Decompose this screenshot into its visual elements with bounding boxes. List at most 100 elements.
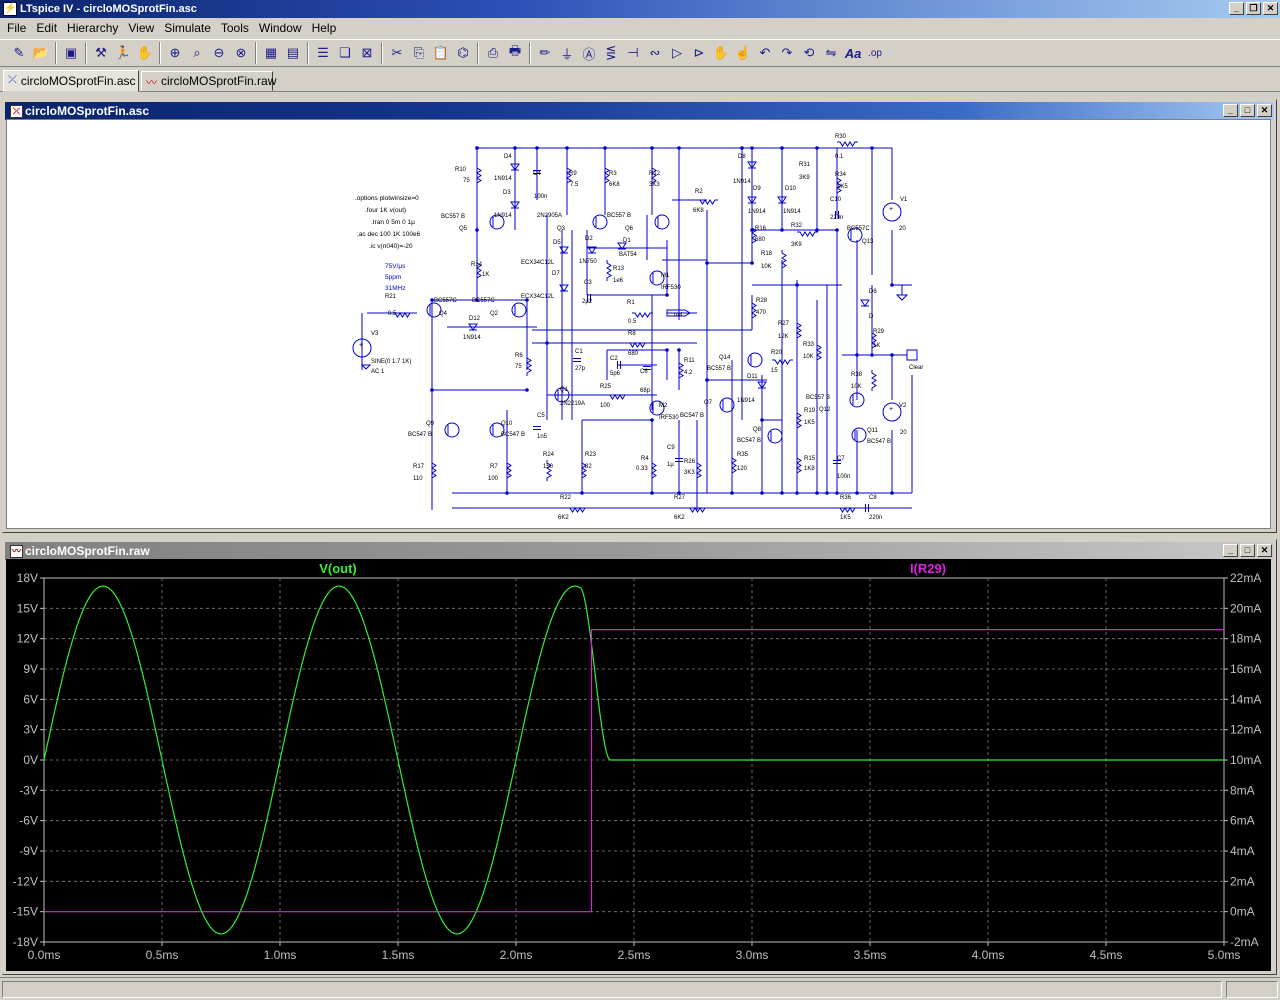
resistor-symbol[interactable]	[837, 141, 858, 147]
redo-icon[interactable]: ↷	[776, 42, 798, 64]
menu-hierarchy[interactable]: Hierarchy	[62, 21, 123, 35]
undo-icon[interactable]: ↶	[754, 42, 776, 64]
resistor-symbol[interactable]	[431, 460, 437, 481]
paste-icon[interactable]: 📋	[430, 42, 452, 64]
resistor-symbol[interactable]	[796, 410, 802, 431]
resistor-symbol[interactable]	[837, 507, 858, 513]
close-icon[interactable]: ✕	[1257, 104, 1272, 117]
zoom-pan-icon[interactable]: ⌕	[186, 42, 208, 64]
menu-simulate[interactable]: Simulate	[159, 21, 216, 35]
transistor-symbol[interactable]	[747, 352, 763, 368]
wire-icon[interactable]: ✏	[534, 42, 556, 64]
resistor-symbol[interactable]	[506, 460, 512, 481]
resistor-symbol[interactable]	[632, 312, 653, 318]
capacitor-symbol[interactable]	[533, 426, 541, 430]
transistor-symbol[interactable]	[654, 214, 670, 230]
spice-directive-5[interactable]: .ic v(n040)=-20	[369, 243, 413, 250]
resistor-symbol[interactable]	[697, 199, 718, 205]
restore-icon[interactable]: ❐	[1246, 2, 1261, 15]
resistor-symbol[interactable]	[607, 394, 628, 400]
resistor-symbol[interactable]	[696, 460, 702, 481]
resistor-symbol[interactable]	[476, 165, 482, 186]
open-icon[interactable]: 📂	[30, 42, 52, 64]
diode-symbol[interactable]	[860, 299, 870, 307]
autoscale-icon[interactable]: ▦	[260, 42, 282, 64]
mirror-icon[interactable]: ⇋	[820, 42, 842, 64]
resistor-symbol[interactable]	[627, 342, 648, 348]
run-icon[interactable]: 🏃	[112, 42, 134, 64]
transistor-symbol[interactable]	[767, 428, 783, 444]
minimize-icon[interactable]: _	[1223, 544, 1238, 557]
minimize-icon[interactable]: _	[1223, 104, 1238, 117]
note-bandwidth[interactable]: 31MHz	[385, 285, 406, 292]
resistor-icon[interactable]: ⋚	[600, 42, 622, 64]
new-schematic-icon[interactable]: ✎	[8, 42, 30, 64]
ground-icon[interactable]: ⏚	[556, 42, 578, 64]
cascade-icon[interactable]: ❏	[334, 42, 356, 64]
rotate-icon[interactable]: ⟲	[798, 42, 820, 64]
menu-file[interactable]: File	[2, 21, 31, 35]
zoom-out-icon[interactable]: ⊖	[208, 42, 230, 64]
tile-icon[interactable]: ☰	[312, 42, 334, 64]
capacitor-icon[interactable]: ⊣	[622, 42, 644, 64]
resistor-symbol[interactable]	[567, 507, 588, 513]
maximize-icon[interactable]: □	[1240, 544, 1255, 557]
waveform-plot[interactable]: 18V 15V 12V 9V 6V 3V 0V -3V -6V -9V -12V -15V -18V 2…	[6, 559, 1271, 971]
note-slew[interactable]: 75V/μs	[385, 263, 406, 270]
resistor-symbol[interactable]	[816, 342, 822, 363]
control-panel-icon[interactable]: ⚒	[90, 42, 112, 64]
tab-schematic[interactable]: ⤫ circloMOSprotFin.asc	[3, 70, 139, 92]
resistor-symbol[interactable]	[651, 460, 657, 481]
resistor-symbol[interactable]	[796, 320, 802, 341]
spice-directive-2[interactable]: .four 1K v(out)	[365, 207, 406, 214]
close-icon[interactable]: ✕	[1263, 2, 1278, 15]
print-setup-icon[interactable]: ⎙	[482, 42, 504, 64]
transistor-symbol[interactable]	[851, 427, 867, 443]
transistor-symbol[interactable]	[592, 214, 608, 230]
resistor-symbol[interactable]	[526, 355, 532, 376]
spice-directive-3[interactable]: .tran 0 5m 0 1μ	[371, 219, 415, 226]
resistor-symbol[interactable]	[606, 260, 612, 281]
cut-icon[interactable]: ✂	[386, 42, 408, 64]
component-icon[interactable]: ⊳	[688, 42, 710, 64]
trace-label-ir29[interactable]: I(R29)	[910, 561, 946, 576]
trace-label-vout[interactable]: V(out)	[319, 561, 357, 576]
halt-icon[interactable]: ✋	[134, 42, 156, 64]
resistor-symbol[interactable]	[871, 370, 877, 391]
transistor-symbol[interactable]	[444, 422, 460, 438]
spice-directive-1[interactable]: .options plotwinsize=0	[355, 195, 419, 202]
move-icon[interactable]: ✋	[710, 42, 732, 64]
save-icon[interactable]: ▣	[60, 42, 82, 64]
diode-icon[interactable]: ▷	[666, 42, 688, 64]
zoom-fit-icon[interactable]: ⊗	[230, 42, 252, 64]
resistor-symbol[interactable]	[797, 231, 818, 237]
label-icon[interactable]: Ⓐ	[578, 42, 600, 64]
grid-icon[interactable]: ▤	[282, 42, 304, 64]
copy-icon[interactable]: ⎘	[408, 42, 430, 64]
transistor-symbol[interactable]	[511, 302, 527, 318]
net-flag-clear[interactable]	[906, 349, 918, 361]
drag-icon[interactable]: ☝	[732, 42, 754, 64]
menu-edit[interactable]: Edit	[31, 21, 62, 35]
text-icon[interactable]: Aa	[842, 42, 864, 64]
maximize-icon[interactable]: □	[1240, 104, 1255, 117]
close-icon[interactable]: ✕	[1257, 544, 1272, 557]
note-distortion[interactable]: 5ppm	[385, 274, 401, 281]
close-window-icon[interactable]: ⊠	[356, 42, 378, 64]
minimize-icon[interactable]: _	[1229, 2, 1244, 15]
diode-symbol[interactable]	[559, 284, 569, 292]
resistor-symbol[interactable]	[678, 360, 684, 381]
resistor-symbol[interactable]	[781, 250, 787, 271]
menu-window[interactable]: Window	[254, 21, 307, 35]
capacitor-symbol[interactable]	[573, 358, 581, 362]
spice-directive-4[interactable]: ;ac dec 100 1K 100e6	[357, 231, 421, 238]
resistor-symbol[interactable]	[731, 455, 737, 476]
zoom-in-icon[interactable]: ⊕	[164, 42, 186, 64]
menu-view[interactable]: View	[123, 21, 159, 35]
resistor-symbol[interactable]	[796, 455, 802, 476]
schematic-canvas[interactable]: + + + .options plotwinsize=0 .four 1K v(ou…	[6, 119, 1271, 529]
find-icon[interactable]: ⌬	[452, 42, 474, 64]
tab-waveform[interactable]: 〰 circloMOSprotFin.raw	[141, 71, 276, 91]
menu-help[interactable]: Help	[307, 21, 342, 35]
print-icon[interactable]: 🖶	[504, 42, 526, 64]
